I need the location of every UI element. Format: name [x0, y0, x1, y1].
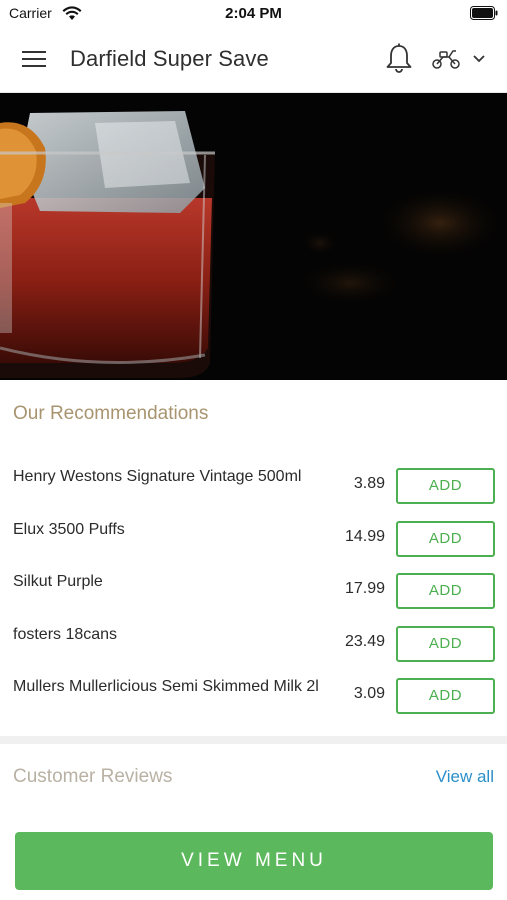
menu-icon[interactable] — [22, 48, 48, 70]
add-button[interactable]: ADD — [396, 573, 495, 609]
list-item: Silkut Purple 17.99 ADD — [0, 570, 507, 623]
product-price: 3.89 — [353, 475, 385, 492]
product-price: 23.49 — [344, 632, 385, 650]
add-button[interactable]: ADD — [396, 678, 495, 714]
section-divider — [0, 736, 507, 744]
status-bar: Carrier 2:04 PM — [0, 0, 507, 26]
recommendation-list: Henry Westons Signature Vintage 500ml 3.… — [0, 465, 507, 728]
page-title: Darfield Super Save — [70, 46, 269, 71]
product-name: Henry Westons Signature Vintage 500ml — [13, 468, 302, 485]
view-all-link[interactable]: View all — [436, 767, 494, 787]
status-time: 2:04 PM — [225, 5, 282, 22]
product-price: 3.09 — [353, 685, 385, 702]
product-name: Elux 3500 Puffs — [13, 520, 125, 538]
list-item: Elux 3500 Puffs 14.99 ADD — [0, 518, 507, 571]
chevron-down-icon[interactable] — [472, 54, 486, 64]
scooter-icon[interactable] — [431, 48, 461, 70]
hero-image — [0, 93, 507, 380]
product-price: 14.99 — [344, 527, 385, 545]
product-name: Silkut Purple — [13, 573, 103, 590]
list-item: fosters 18cans 23.49 ADD — [0, 623, 507, 676]
hero-drink-illustration — [0, 93, 507, 380]
battery-icon — [470, 6, 498, 20]
view-menu-button[interactable]: VIEW MENU — [15, 832, 493, 890]
reviews-title: Customer Reviews — [13, 766, 173, 787]
add-button[interactable]: ADD — [396, 520, 495, 557]
app-header: Darfield Super Save — [0, 26, 507, 93]
list-item: Henry Westons Signature Vintage 500ml 3.… — [0, 465, 507, 518]
product-name: fosters 18cans — [13, 625, 118, 643]
product-name: Mullers Mullerlicious Semi Skimmed Milk … — [13, 678, 319, 695]
product-price: 17.99 — [344, 580, 385, 597]
bell-icon[interactable] — [384, 42, 414, 74]
add-button[interactable]: ADD — [396, 468, 495, 504]
recommendations-title: Our Recommendations — [13, 403, 209, 424]
list-item: Mullers Mullerlicious Semi Skimmed Milk … — [0, 675, 507, 728]
add-button[interactable]: ADD — [396, 625, 495, 662]
